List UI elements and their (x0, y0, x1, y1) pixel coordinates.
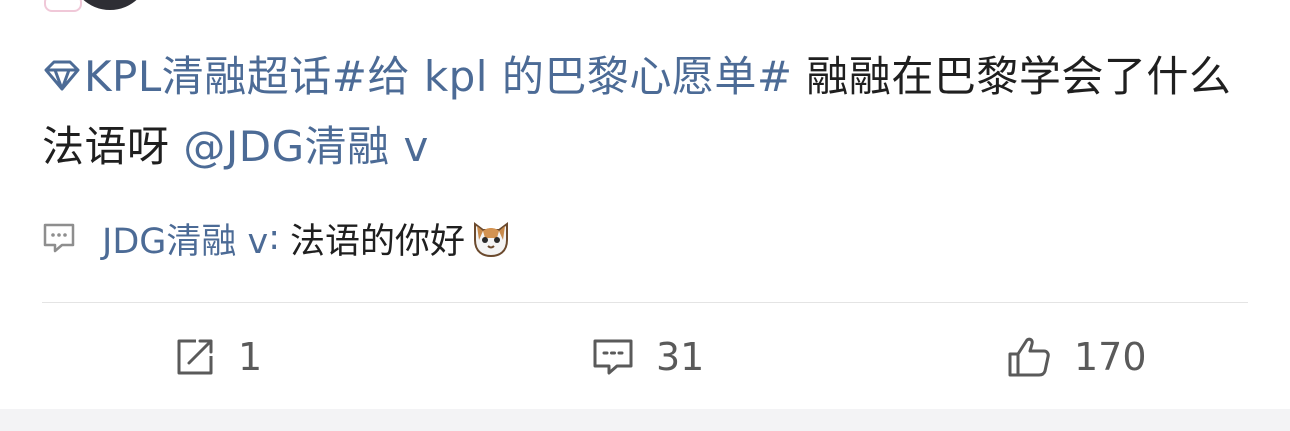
like-button[interactable]: 170 (1006, 329, 1147, 385)
comment-bubble-icon (43, 223, 75, 253)
repost-icon (177, 339, 213, 375)
like-count: 170 (1074, 335, 1147, 379)
repost-count: 1 (238, 335, 263, 379)
comment-icon (593, 339, 633, 375)
post-text: KPL清融超话#给 kpl 的巴黎心愿单# 融融在巴黎学会了什么法语呀 @JDG… (42, 42, 1252, 182)
comment-author[interactable]: JDG清融 v (102, 213, 268, 264)
action-bar: 1 31 170 (0, 315, 1290, 397)
topic-tag-label: KPL清融超话 (84, 52, 332, 101)
divider (42, 302, 1248, 303)
cat-face-emoji-icon (474, 222, 509, 258)
comment-preview[interactable]: JDG清融 v: 法语的你好 (42, 210, 513, 266)
mention-link[interactable]: @JDG清融 v (183, 122, 428, 171)
avatar-badge (44, 0, 82, 12)
comment-count: 31 (656, 335, 705, 379)
avatar[interactable] (70, 0, 150, 10)
comment-text: 法语的你好 (290, 221, 466, 262)
super-topic-gem-icon (44, 60, 80, 91)
thumbs-up-icon (1008, 337, 1050, 377)
bottom-separator (0, 409, 1290, 431)
comment-button[interactable]: 31 (592, 329, 704, 385)
topic-link[interactable]: KPL清融超话 (42, 52, 332, 101)
repost-button[interactable]: 1 (174, 329, 262, 385)
comment-colon: : (268, 218, 281, 258)
hashtag-link[interactable]: #给 kpl 的巴黎心愿单# (332, 52, 793, 101)
